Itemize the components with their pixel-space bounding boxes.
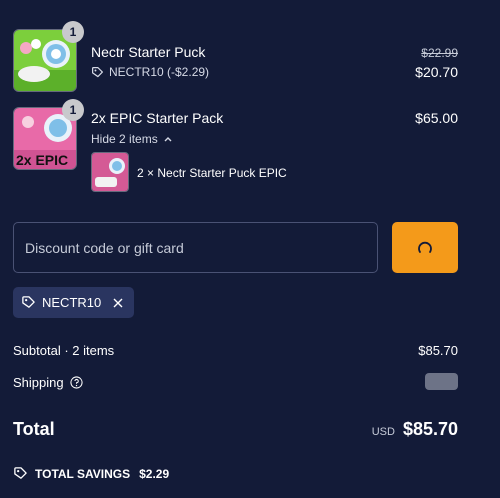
total-savings-value: $2.29 (139, 466, 170, 481)
sub-item-label: 2 × Nectr Starter Puck EPIC (137, 166, 287, 180)
shipping-label: Shipping (13, 375, 64, 390)
total-savings-label: TOTAL SAVINGS (35, 466, 131, 481)
help-icon[interactable] (70, 376, 83, 389)
total-value: $85.70 (402, 419, 458, 439)
chevron-up-icon (164, 137, 172, 142)
quantity-badge: 1 (62, 21, 84, 43)
quantity-badge: 1 (62, 99, 84, 121)
tag-icon (22, 296, 35, 308)
item-title: 2x EPIC Starter Pack (91, 110, 224, 126)
item-price: $20.70 (415, 64, 458, 80)
total-amount: USD $85.70 (372, 419, 458, 440)
original-price: $22.99 (421, 46, 458, 60)
order-summary: 1 Nectr Starter Puck NECTR10 (-$2.29) $2… (0, 0, 500, 498)
item-price: $65.00 (415, 110, 458, 126)
item-discount-label: NECTR10 (-$2.29) (109, 65, 210, 79)
item-discount: NECTR10 (-$2.29) (91, 65, 209, 79)
applied-discount-chip: NECTR10 (13, 287, 134, 318)
applied-code-label: NECTR10 (42, 295, 102, 310)
subtotal-value: $85.70 (418, 343, 458, 358)
item-title: Nectr Starter Puck (91, 44, 206, 60)
subtotal-label: Subtotal · 2 items (13, 343, 115, 358)
shipping-row: Shipping (13, 375, 83, 390)
tag-icon (92, 66, 103, 77)
total-savings-row: TOTAL SAVINGS $2.29 (13, 466, 169, 481)
apply-discount-button[interactable] (392, 222, 458, 273)
remove-discount-icon[interactable] (111, 296, 125, 310)
currency-label: USD (371, 426, 395, 438)
thumbnail-text: 2x EPIC (16, 152, 68, 168)
sub-item-thumbnail (91, 152, 129, 192)
tag-icon (14, 467, 27, 479)
discount-code-input[interactable] (13, 222, 378, 273)
hide-items-label: Hide 2 items (91, 132, 158, 146)
loading-spinner-icon (418, 241, 432, 253)
hide-items-toggle[interactable]: Hide 2 items (91, 132, 173, 146)
shipping-value-placeholder (425, 373, 458, 390)
total-label: Total (13, 419, 55, 439)
